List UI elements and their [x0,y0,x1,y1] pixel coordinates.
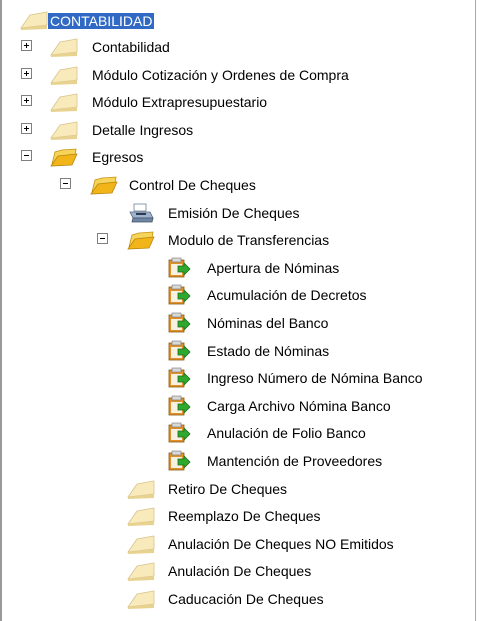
tree-item-root[interactable]: CONTABILIDAD [0,6,476,34]
tree-item-label: Módulo Extrapresupuestario [92,94,268,111]
expand-icon[interactable] [21,122,32,134]
folder-closed-icon [127,533,155,555]
folder-closed-icon [50,64,78,86]
tree-item[interactable]: Emisión De Cheques [0,199,476,227]
tree-item[interactable]: Anulación de Folio Banco [0,419,476,447]
folder-open-icon [127,229,155,251]
tree-item-label: Anulación De Cheques NO Emitidos [168,535,394,552]
tree-item-label: Egresos [92,149,144,166]
expand-icon[interactable] [21,67,32,79]
clipboard-arrow-icon [166,284,191,306]
tree-item[interactable]: Modulo de Transferencias [0,226,476,254]
folder-open-icon [90,174,118,196]
tree-item[interactable]: Detalle Ingresos [0,116,476,144]
tree-item[interactable]: Apertura de Nóminas [0,254,476,282]
clipboard-arrow-icon [166,367,191,389]
tree-item-label: Control De Cheques [129,177,256,193]
tree-item[interactable]: Estado de Nóminas [0,337,476,365]
tree-item[interactable]: Control De Cheques [0,171,476,199]
folder-closed-icon [50,91,78,113]
tree-item[interactable]: Anulación De Cheques NO Emitidos [0,530,476,558]
folder-open-icon [50,146,78,168]
clipboard-arrow-icon [166,395,191,417]
tree-item[interactable]: Módulo Cotización y Ordenes de Compra [0,61,476,89]
folder-closed-icon [127,588,155,610]
clipboard-arrow-icon [166,257,191,279]
tree-item[interactable]: Retiro De Cheques [0,475,476,503]
collapse-icon[interactable] [21,150,32,162]
tree-item[interactable]: Carga Archivo Nómina Banco [0,392,476,420]
tree-view[interactable]: CONTABILIDAD Contabilidad Módulo Cotizaci… [0,0,476,621]
folder-closed-icon [127,505,155,527]
expand-icon[interactable] [21,40,32,51]
tree-item-label: Reemplazo De Cheques [168,508,321,525]
tree-item-label: Nóminas del Banco [207,315,329,331]
tree-item[interactable]: Nóminas del Banco [0,309,476,337]
tree-item-label: Modulo de Transferencias [168,232,330,249]
tree-item-label: Emisión De Cheques [168,204,300,221]
tree-item[interactable]: Egresos [0,143,476,171]
tree-item-label: Módulo Cotización y Ordenes de Compra [92,66,349,83]
tree-item-label: Anulación De Cheques [168,563,312,580]
tree-item-label: Acumulación de Decretos [207,287,367,304]
tree-item-label: Carga Archivo Nómina Banco [207,397,391,414]
tree-item[interactable]: Reemplazo De Cheques [0,502,476,530]
folder-closed-icon [50,36,78,58]
tree-item[interactable]: Ingreso Número de Nómina Banco [0,364,476,392]
folder-closed-icon [127,478,155,500]
tree-item-label: Apertura de Nóminas [207,259,340,276]
printer-icon [127,202,154,224]
tree-item-label: Caducación De Cheques [168,591,324,607]
tree-item-label: Contabilidad [92,39,170,55]
clipboard-arrow-icon [166,312,191,334]
tree-item-label: Ingreso Número de Nómina Banco [207,370,423,387]
folder-closed-icon [127,560,155,582]
tree-item-label: Retiro De Cheques [168,480,288,497]
tree-item[interactable]: Caducación De Cheques [0,585,476,613]
tree-item-label: Anulación de Folio Banco [207,425,366,442]
tree-item[interactable]: Contabilidad [0,33,476,61]
clipboard-arrow-icon [166,422,191,444]
clipboard-arrow-icon [166,340,191,362]
tree-item[interactable]: Módulo Extrapresupuestario [0,88,476,116]
tree-item-label: CONTABILIDAD [48,13,155,29]
tree-item-label: Estado de Nóminas [207,342,330,359]
folder-closed-icon [20,9,48,31]
collapse-icon[interactable] [97,233,108,245]
tree-item[interactable]: Acumulación de Decretos [0,281,476,309]
tree-item[interactable]: Mantención de Proveedores [0,447,476,475]
collapse-icon[interactable] [60,178,71,189]
tree-item-label: Detalle Ingresos [92,121,194,138]
tree-item-label: Mantención de Proveedores [207,453,383,469]
expand-icon[interactable] [21,95,32,107]
tree-item[interactable]: Anulación De Cheques [0,557,476,585]
clipboard-arrow-icon [166,450,191,472]
folder-closed-icon [50,119,78,141]
